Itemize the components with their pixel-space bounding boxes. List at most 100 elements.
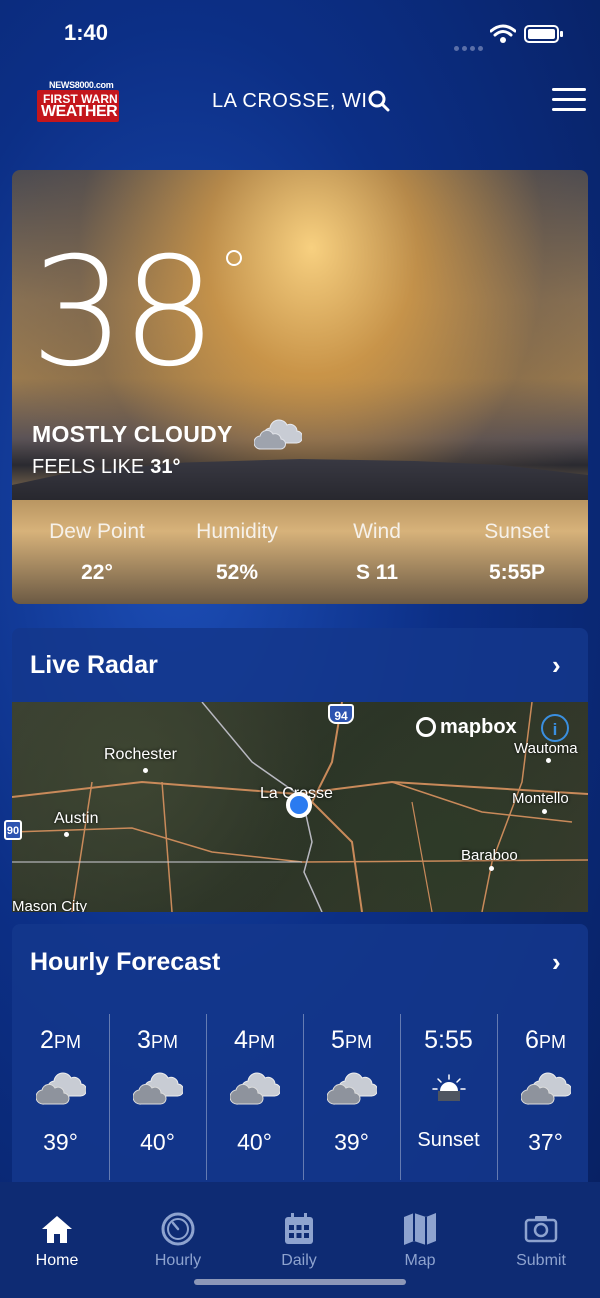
stat-sunset: Sunset 5:55P (447, 520, 587, 585)
degree-symbol (226, 250, 242, 266)
status-time: 1:40 (64, 20, 109, 45)
hwy-94-shield: 94 (328, 704, 354, 724)
condition-text: MOSTLY CLOUDY (32, 421, 233, 447)
divider (206, 1014, 207, 1180)
hourly-item[interactable]: 3PM 40° (109, 1014, 206, 1182)
wifi-icon (490, 24, 516, 43)
hour-suffix: PM (344, 1032, 372, 1052)
divider (303, 1014, 304, 1180)
feels-like-label: FEELS LIKE (32, 456, 145, 478)
hourly-time: 5PM (303, 1026, 400, 1055)
tab-label: Map (404, 1252, 436, 1269)
home-icon (7, 1212, 107, 1246)
feels-like-value: 31° (150, 456, 181, 478)
cloudy-icon (12, 1067, 109, 1121)
signal-dots-icon (454, 38, 486, 56)
search-icon[interactable] (368, 90, 390, 112)
map-city-dot (489, 866, 494, 871)
hourly-temp: Sunset (417, 1129, 480, 1151)
stat-value: 5:55P (488, 561, 546, 584)
stat-label: Sunset (484, 520, 550, 543)
cloudy-icon (303, 1067, 400, 1121)
map-icon (370, 1212, 470, 1246)
chevron-right-icon[interactable]: › (552, 947, 561, 978)
map-label-baraboo: Baraboo (461, 847, 518, 864)
live-radar-title[interactable]: Live Radar (30, 651, 158, 680)
stat-dew-point: Dew Point 22° (27, 520, 167, 585)
calendar-icon (249, 1212, 349, 1246)
hourly-item-sunset[interactable]: 5:55 Sunset (400, 1014, 497, 1182)
divider (497, 1014, 498, 1180)
chevron-right-icon[interactable]: › (552, 650, 561, 681)
hour: 6 (525, 1026, 539, 1054)
stat-value: 22° (81, 561, 113, 584)
tab-label: Hourly (154, 1252, 202, 1269)
hour-suffix: PM (53, 1032, 81, 1052)
cloudy-icon (206, 1067, 303, 1121)
map-label-wautoma: Wautoma (514, 740, 578, 757)
tab-label: Home (35, 1252, 79, 1269)
divider (400, 1014, 401, 1180)
hourly-temp: 39° (334, 1129, 369, 1155)
map-city-dot (546, 758, 551, 763)
tab-label: Submit (516, 1252, 566, 1269)
hourly-temp: 37° (528, 1129, 563, 1155)
mostly-cloudy-icon (254, 419, 302, 450)
station-logo[interactable]: NEWS8000.com FIRST WARN WEATHER (37, 80, 119, 124)
hour-suffix: PM (150, 1032, 178, 1052)
stat-humidity: Humidity 52% (167, 520, 307, 585)
hourly-temp: 40° (237, 1129, 272, 1155)
map-label-montello: Montello (512, 790, 569, 807)
stat-wind: Wind S 11 (307, 520, 447, 585)
tab-home[interactable]: Home (7, 1212, 107, 1270)
hour: 5:55 (424, 1026, 473, 1054)
stat-value: S 11 (355, 561, 399, 584)
hour-suffix: PM (247, 1032, 275, 1052)
hourly-time: 3PM (109, 1026, 206, 1055)
map-city-dot (542, 809, 547, 814)
camera-icon (491, 1212, 591, 1246)
location-title[interactable]: LA CROSSE, WI (212, 90, 367, 113)
current-location-marker (286, 792, 312, 818)
info-icon[interactable]: i (541, 714, 569, 742)
cloudy-icon (109, 1067, 206, 1121)
hourly-item[interactable]: 5PM 39° (303, 1014, 400, 1182)
hourly-time: 2PM (12, 1026, 109, 1055)
tab-submit[interactable]: Submit (491, 1212, 591, 1270)
battery-icon (524, 25, 563, 43)
hourly-temp: 39° (43, 1129, 78, 1155)
hourly-item[interactable]: 4PM 40° (206, 1014, 303, 1182)
stat-label: Dew Point (49, 520, 145, 543)
mapbox-text: mapbox (440, 716, 517, 738)
hwy-90-shield: 90 (4, 820, 22, 840)
hamburger-menu-icon[interactable] (552, 88, 586, 114)
tab-map[interactable]: Map (370, 1212, 470, 1270)
cloudy-icon (497, 1067, 594, 1121)
stat-label: Wind (353, 520, 401, 543)
logo-small-text: NEWS8000.com (49, 80, 114, 90)
map-city-dot (64, 832, 69, 837)
hourly-time: 6PM (497, 1026, 594, 1055)
hour-suffix: PM (538, 1032, 566, 1052)
clock-icon (128, 1212, 228, 1246)
current-temperature: 38 (30, 226, 217, 400)
divider (109, 1014, 110, 1180)
stat-value: 52% (215, 561, 259, 584)
hourly-item[interactable]: 2PM 39° (12, 1014, 109, 1182)
map-label-masoncity: Mason City (12, 898, 88, 912)
hourly-item[interactable]: 6PM 37° (497, 1014, 594, 1182)
map-city-dot (143, 768, 148, 773)
mapbox-attribution[interactable]: mapbox (416, 716, 517, 739)
feels-like: FEELS LIKE 31° (32, 456, 181, 479)
hourly-temp: 40° (140, 1129, 175, 1155)
tab-hourly[interactable]: Hourly (128, 1212, 228, 1270)
home-indicator[interactable] (194, 1279, 406, 1285)
sunset-icon (400, 1067, 497, 1121)
map-label-rochester: Rochester (104, 746, 177, 763)
tab-daily[interactable]: Daily (249, 1212, 349, 1270)
hourly-time: 5:55 (400, 1026, 497, 1055)
hour: 4 (234, 1026, 248, 1054)
hourly-forecast-title[interactable]: Hourly Forecast (30, 948, 220, 977)
map-label-austin: Austin (54, 810, 99, 827)
tab-label: Daily (281, 1252, 317, 1269)
